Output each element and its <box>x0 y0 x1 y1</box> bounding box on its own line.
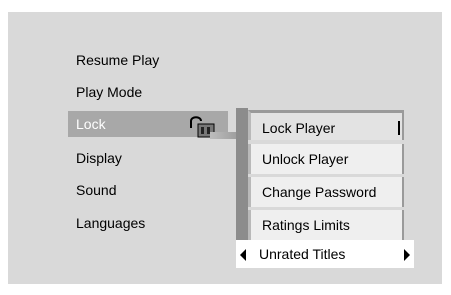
text-cursor-mark <box>398 121 400 135</box>
menu-item-play-mode[interactable]: Play Mode <box>68 79 228 105</box>
right-arrow-icon[interactable] <box>404 249 410 261</box>
screen-frame: Resume Play Play Mode Lock Display Sound… <box>0 0 451 295</box>
submenu-item-label: Lock Player <box>262 120 336 136</box>
submenu-item-change-password[interactable]: Change Password <box>248 177 404 207</box>
submenu-item-label: Unrated Titles <box>259 246 346 262</box>
submenu-item-label: Unlock Player <box>262 151 349 167</box>
left-arrow-icon[interactable] <box>240 249 246 261</box>
submenu-item-unrated-titles[interactable]: Unrated Titles <box>236 240 414 268</box>
menu-item-display[interactable]: Display <box>68 145 228 171</box>
lock-submenu: Lock Player Unlock Player Change Passwor… <box>236 108 414 268</box>
submenu-item-unlock-player[interactable]: Unlock Player <box>248 144 404 174</box>
submenu-item-lock-player[interactable]: Lock Player <box>248 110 404 140</box>
menu-item-label: Display <box>76 150 122 166</box>
menu-item-label: Lock <box>76 116 106 132</box>
menu-item-label: Languages <box>76 215 146 231</box>
menu-item-label: Play Mode <box>76 84 143 100</box>
menu-item-languages[interactable]: Languages <box>68 210 228 236</box>
menu-item-sound[interactable]: Sound <box>68 177 228 203</box>
menu-item-resume-play[interactable]: Resume Play <box>68 47 228 73</box>
submenu-item-label: Ratings Limits <box>262 217 350 233</box>
submenu-rail <box>236 108 248 242</box>
menu-item-label: Resume Play <box>76 52 160 68</box>
menu-item-label: Sound <box>76 182 117 198</box>
submenu-item-label: Change Password <box>262 184 377 200</box>
submenu-item-ratings-limits[interactable]: Ratings Limits <box>248 210 404 240</box>
